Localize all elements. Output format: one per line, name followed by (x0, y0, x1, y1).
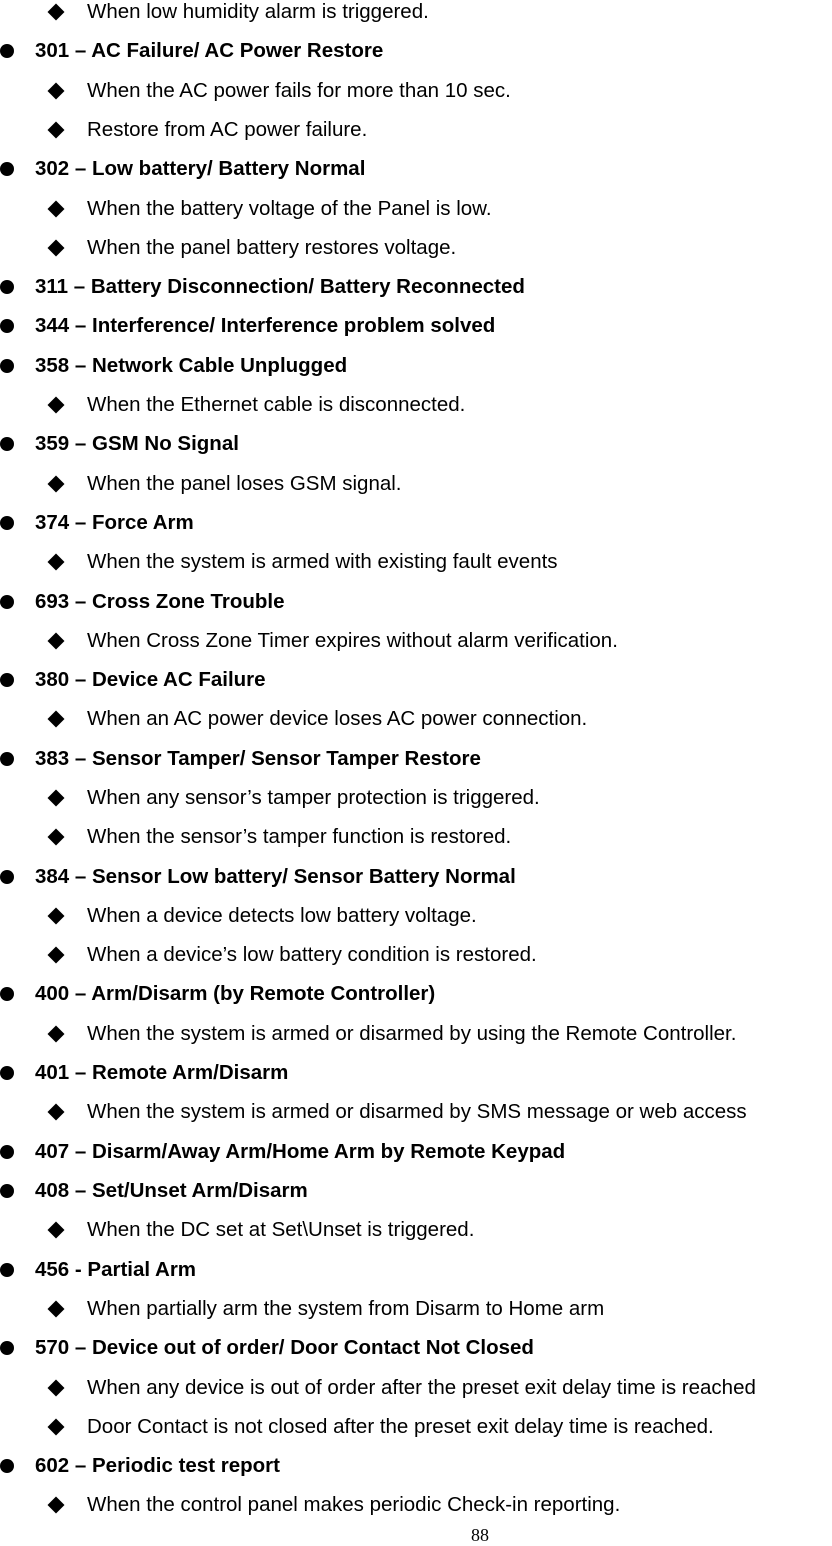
bullet-dot-icon (0, 280, 14, 294)
heading-text: 693 – Cross Zone Trouble (35, 590, 285, 613)
description-text: When the system is armed or disarmed by … (87, 1100, 747, 1123)
heading-text: 359 – GSM No Signal (35, 432, 239, 455)
diamond-bullet-icon (47, 946, 65, 964)
description-text: When a device detects low battery voltag… (87, 904, 477, 927)
heading-text: 602 – Periodic test report (35, 1454, 280, 1477)
bullet-dot-icon (0, 752, 14, 766)
description-text: When any sensor’s tamper protection is t… (87, 786, 540, 809)
diamond-bullet-icon (47, 475, 65, 493)
description-text: When the system is armed with existing f… (87, 550, 558, 573)
diamond-bullet-icon (47, 1300, 65, 1318)
diamond-bullet-icon (47, 828, 65, 846)
heading-text: 344 – Interference/ Interference problem… (35, 314, 496, 337)
bullet-dot-icon (0, 516, 14, 530)
heading-text: 374 – Force Arm (35, 511, 194, 534)
description-text: When any device is out of order after th… (87, 1376, 756, 1399)
diamond-bullet-icon (47, 1103, 65, 1121)
diamond-bullet-icon (47, 121, 65, 139)
diamond-bullet-icon (47, 710, 65, 728)
description-text: When the sensor’s tamper function is res… (87, 825, 512, 848)
diamond-bullet-icon (47, 396, 65, 414)
description-text: When the battery voltage of the Panel is… (87, 197, 492, 220)
heading-text: 400 – Arm/Disarm (by Remote Controller) (35, 982, 436, 1005)
bullet-dot-icon (0, 44, 14, 58)
page-number: 88 (471, 1525, 489, 1545)
description-text: When the system is armed or disarmed by … (87, 1022, 737, 1045)
heading-text: 408 – Set/Unset Arm/Disarm (35, 1179, 308, 1202)
description-text: When a device’s low battery condition is… (87, 943, 537, 966)
heading-text: 311 – Battery Disconnection/ Battery Rec… (35, 275, 525, 298)
description-text: When the AC power fails for more than 10… (87, 79, 511, 102)
heading-text: 570 – Device out of order/ Door Contact … (35, 1336, 534, 1359)
heading-text: 302 – Low battery/ Battery Normal (35, 157, 366, 180)
bullet-dot-icon (0, 987, 14, 1001)
diamond-bullet-icon (47, 200, 65, 218)
bullet-dot-icon (0, 1066, 14, 1080)
bullet-dot-icon (0, 870, 14, 884)
diamond-bullet-icon (47, 1221, 65, 1239)
description-text: When partially arm the system from Disar… (87, 1297, 605, 1320)
diamond-bullet-icon (47, 3, 65, 21)
heading-text: 383 – Sensor Tamper/ Sensor Tamper Resto… (35, 747, 481, 770)
diamond-bullet-icon (47, 1418, 65, 1436)
heading-text: 407 – Disarm/Away Arm/Home Arm by Remote… (35, 1140, 566, 1163)
bullet-dot-icon (0, 1341, 14, 1355)
diamond-bullet-icon (47, 82, 65, 100)
description-text: When an AC power device loses AC power c… (87, 707, 588, 730)
diamond-bullet-icon (47, 1379, 65, 1397)
bullet-dot-icon (0, 595, 14, 609)
description-text: When Cross Zone Timer expires without al… (87, 629, 618, 652)
bullet-dot-icon (0, 162, 14, 176)
heading-text: 358 – Network Cable Unplugged (35, 354, 348, 377)
bullet-dot-icon (0, 1145, 14, 1159)
diamond-bullet-icon (47, 907, 65, 925)
description-text: When the DC set at Set\Unset is triggere… (87, 1218, 475, 1241)
description-text: When the panel loses GSM signal. (87, 472, 402, 495)
description-text: When the panel battery restores voltage. (87, 236, 457, 259)
heading-text: 380 – Device AC Failure (35, 668, 266, 691)
bullet-dot-icon (0, 673, 14, 687)
heading-text: 384 – Sensor Low battery/ Sensor Battery… (35, 865, 516, 888)
description-text: When low humidity alarm is triggered. (87, 0, 429, 23)
bullet-dot-icon (0, 359, 14, 373)
diamond-bullet-icon (47, 239, 65, 257)
diamond-bullet-icon (47, 789, 65, 807)
description-text: Restore from AC power failure. (87, 118, 368, 141)
bullet-dot-icon (0, 1263, 14, 1277)
bullet-dot-icon (0, 437, 14, 451)
description-text: When the control panel makes periodic Ch… (87, 1493, 621, 1516)
bullet-dot-icon (0, 1459, 14, 1473)
diamond-bullet-icon (47, 632, 65, 650)
diamond-bullet-icon (47, 553, 65, 571)
description-text: Door Contact is not closed after the pre… (87, 1415, 714, 1438)
diamond-bullet-icon (47, 1496, 65, 1514)
heading-text: 301 – AC Failure/ AC Power Restore (35, 39, 384, 62)
diamond-bullet-icon (47, 1025, 65, 1043)
heading-text: 456 - Partial Arm (35, 1258, 197, 1281)
heading-text: 401 – Remote Arm/Disarm (35, 1061, 289, 1084)
bullet-dot-icon (0, 1184, 14, 1198)
description-text: When the Ethernet cable is disconnected. (87, 393, 466, 416)
bullet-dot-icon (0, 319, 14, 333)
